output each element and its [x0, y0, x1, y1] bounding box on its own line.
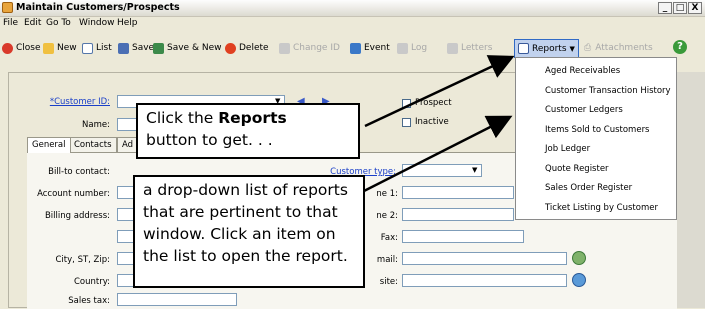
callout2-line3: window. Click an item on: [143, 225, 336, 243]
tab-general[interactable]: General: [27, 137, 71, 153]
callout-click-reports: Click the Reports button to get. . .: [136, 103, 360, 159]
callout1-pre: Click the: [146, 109, 219, 127]
callout1-post: button to get. . .: [146, 131, 273, 149]
callout2-line2: that are pertinent to that: [143, 203, 338, 221]
arrow-to-reports-menu: [361, 115, 513, 194]
arrow-to-reports-button: [364, 55, 515, 128]
callout-dropdown-description: a drop-down list of reports that are per…: [133, 175, 365, 288]
callout1-bold: Reports: [218, 109, 287, 127]
callout2-line4: the list to open the report.: [143, 247, 348, 265]
callout2-line1: a drop-down list of reports: [143, 181, 348, 199]
